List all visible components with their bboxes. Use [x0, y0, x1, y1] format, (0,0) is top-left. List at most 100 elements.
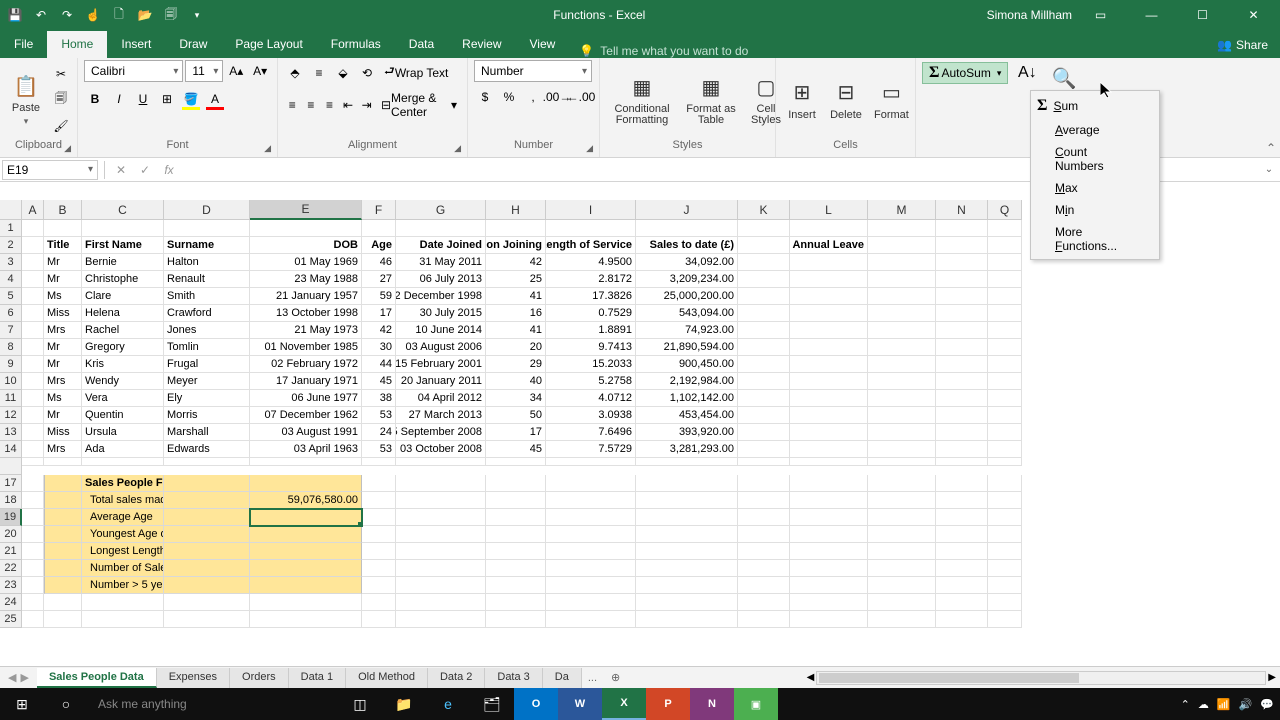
dialog-launcher-icon[interactable]: ◢ [586, 143, 593, 154]
cell[interactable] [868, 254, 936, 271]
cell[interactable] [738, 322, 790, 339]
cell[interactable] [936, 390, 988, 407]
cell[interactable] [988, 458, 1022, 466]
cell[interactable]: 0.7529 [546, 305, 636, 322]
share-button[interactable]: 👥 Share [1205, 32, 1280, 58]
cell[interactable]: 12 December 1998 [396, 288, 486, 305]
cell[interactable]: Age [362, 237, 396, 254]
cell[interactable] [362, 543, 396, 560]
cell[interactable]: 06 July 2013 [396, 271, 486, 288]
cell[interactable] [868, 237, 936, 254]
cell[interactable] [44, 560, 82, 577]
cell[interactable] [790, 526, 868, 543]
cell[interactable]: Miss [44, 424, 82, 441]
row-header[interactable]: 8 [0, 339, 22, 356]
network-icon[interactable]: 📶 [1217, 698, 1231, 711]
sheet-tab[interactable]: Sales People Data [37, 668, 157, 688]
cell[interactable]: 45 [362, 373, 396, 390]
cell[interactable] [164, 526, 250, 543]
cell[interactable] [790, 560, 868, 577]
cell[interactable] [738, 560, 790, 577]
align-top-icon[interactable]: ⬘ [284, 62, 306, 84]
cell[interactable] [44, 492, 82, 509]
align-left-icon[interactable]: ≡ [284, 94, 301, 116]
cell[interactable] [362, 594, 396, 611]
menu-item-max[interactable]: Max [1031, 177, 1159, 199]
cell[interactable]: 900,450.00 [636, 356, 738, 373]
cell[interactable] [164, 509, 250, 526]
cell[interactable]: Helena [82, 305, 164, 322]
autosum-button[interactable]: Σ AutoSum ▾ [922, 62, 1008, 84]
cell[interactable] [936, 526, 988, 543]
cell[interactable] [738, 458, 790, 466]
cell[interactable] [486, 492, 546, 509]
cell[interactable] [868, 271, 936, 288]
cell[interactable] [164, 543, 250, 560]
cell[interactable] [936, 407, 988, 424]
qat-customize-icon[interactable]: ▾ [186, 4, 208, 26]
cell[interactable]: 42 [362, 322, 396, 339]
cell[interactable] [868, 288, 936, 305]
cell[interactable]: Annual Leave [790, 237, 868, 254]
cell[interactable] [486, 560, 546, 577]
column-header[interactable]: N [936, 200, 988, 220]
save-icon[interactable]: 💾 [4, 4, 26, 26]
cell[interactable] [546, 543, 636, 560]
increase-indent-icon[interactable]: ⇥ [358, 94, 375, 116]
cell[interactable] [22, 441, 44, 458]
sheet-tab[interactable]: Data 3 [485, 668, 542, 688]
cell[interactable] [636, 475, 738, 492]
cell[interactable] [988, 237, 1022, 254]
cell[interactable]: 03 October 2008 [396, 441, 486, 458]
cell[interactable] [738, 543, 790, 560]
column-header[interactable]: E [250, 200, 362, 220]
cell[interactable]: Quentin [82, 407, 164, 424]
cell[interactable]: Tomlin [164, 339, 250, 356]
cell[interactable] [396, 475, 486, 492]
cell[interactable] [738, 407, 790, 424]
cell[interactable]: Number > 5 years [82, 577, 164, 594]
cell[interactable] [936, 424, 988, 441]
cell[interactable]: 9.7413 [546, 339, 636, 356]
cell[interactable] [82, 611, 164, 628]
cell[interactable] [396, 611, 486, 628]
cell[interactable]: 01 November 1985 [250, 339, 362, 356]
cell[interactable]: 2,192,984.00 [636, 373, 738, 390]
cell[interactable] [486, 594, 546, 611]
cell[interactable]: 06 June 1977 [250, 390, 362, 407]
cell[interactable] [164, 577, 250, 594]
cell[interactable] [22, 475, 44, 492]
cell[interactable]: Wendy [82, 373, 164, 390]
dialog-launcher-icon[interactable]: ◢ [264, 143, 271, 154]
cell[interactable]: 7.5729 [546, 441, 636, 458]
tab-data[interactable]: Data [395, 31, 448, 58]
cell[interactable] [22, 305, 44, 322]
cell[interactable] [250, 577, 362, 594]
touch-mode-icon[interactable]: ☝ [82, 4, 104, 26]
cell[interactable]: Ely [164, 390, 250, 407]
row-header[interactable]: 17 [0, 475, 22, 492]
cell[interactable] [636, 492, 738, 509]
cell[interactable]: Clare [82, 288, 164, 305]
cell[interactable]: 34 [486, 390, 546, 407]
cell[interactable] [868, 458, 936, 466]
cell[interactable]: 03 August 2006 [396, 339, 486, 356]
cell[interactable] [44, 220, 82, 237]
cell[interactable]: 07 December 1962 [250, 407, 362, 424]
cell[interactable]: First Name [82, 237, 164, 254]
cell[interactable]: 29 [486, 356, 546, 373]
cell[interactable]: Ada [82, 441, 164, 458]
cell[interactable] [868, 594, 936, 611]
column-header[interactable]: G [396, 200, 486, 220]
column-header[interactable]: H [486, 200, 546, 220]
insert-cells-button[interactable]: ⊞Insert [782, 77, 822, 123]
menu-item-count[interactable]: Count Numbers [1031, 141, 1159, 177]
file-explorer-icon[interactable]: 📁 [382, 688, 426, 720]
cell[interactable] [868, 407, 936, 424]
cell[interactable]: 7.6496 [546, 424, 636, 441]
row-header[interactable]: 23 [0, 577, 22, 594]
cell[interactable] [546, 594, 636, 611]
cell[interactable] [362, 492, 396, 509]
tab-file[interactable]: File [0, 31, 47, 58]
cell[interactable]: 17 [362, 305, 396, 322]
